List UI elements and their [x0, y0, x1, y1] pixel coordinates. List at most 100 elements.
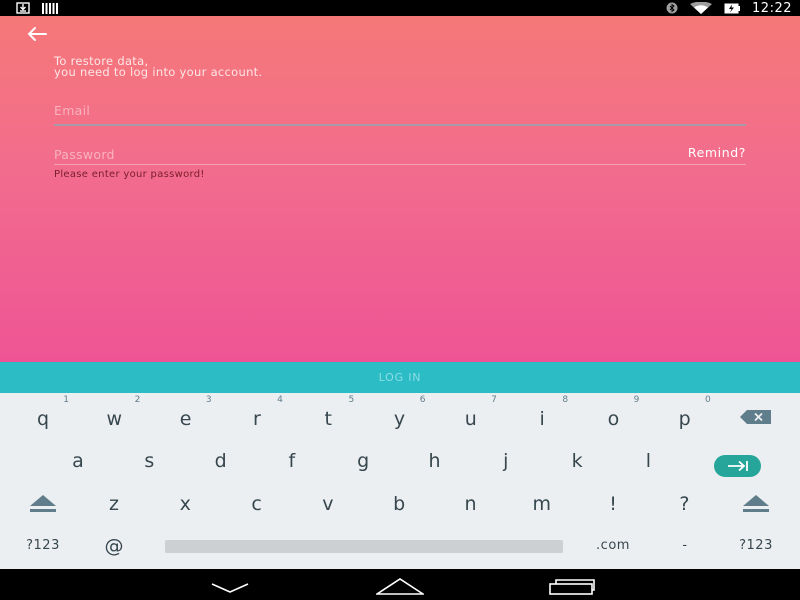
space-key[interactable]: [165, 540, 563, 553]
key-label: f: [288, 450, 296, 472]
home-button[interactable]: [376, 575, 424, 595]
key-t[interactable]: t5: [300, 395, 356, 439]
key-label: y: [393, 408, 406, 430]
key-z[interactable]: z: [86, 484, 142, 524]
key-y[interactable]: y6: [372, 395, 428, 439]
remind-password-link[interactable]: Remind?: [688, 145, 746, 160]
backspace-icon: [740, 410, 771, 424]
login-button[interactable]: LOG IN: [0, 362, 800, 393]
password-error-message: Please enter your password!: [54, 169, 205, 180]
on-screen-keyboard: q1w2e3r4t5y6u7i8o9p0 asdfghjkl z x c v b n m!?…: [0, 393, 800, 569]
key-i[interactable]: i8: [514, 395, 570, 439]
key-v[interactable]: v: [300, 484, 356, 524]
email-field[interactable]: [54, 100, 746, 126]
key-n[interactable]: n: [443, 484, 499, 524]
key-label: h: [428, 450, 441, 472]
key-w[interactable]: w2: [86, 395, 142, 439]
key-f[interactable]: f: [264, 441, 320, 481]
hide-keyboard-button[interactable]: [206, 575, 254, 595]
key-r[interactable]: r4: [229, 395, 285, 439]
key-hint: 3: [205, 395, 212, 405]
shift-key-left[interactable]: [15, 484, 71, 524]
home-icon: [376, 578, 424, 595]
key-label: m: [532, 493, 552, 515]
key-label: o: [607, 408, 620, 430]
clock: 12:22: [752, 0, 792, 16]
shift-icon: [30, 495, 56, 512]
key-u[interactable]: u7: [443, 395, 499, 439]
key-hint: 4: [277, 395, 283, 405]
bluetooth-icon: [666, 2, 678, 14]
key-exclamation[interactable]: !: [585, 484, 641, 524]
key-b[interactable]: b: [371, 484, 427, 524]
symbols-key-left[interactable]: ?123: [15, 526, 71, 566]
key-label: v: [322, 493, 334, 515]
key-o[interactable]: o9: [585, 395, 641, 439]
key-k[interactable]: k: [549, 441, 605, 481]
key-label: j: [503, 450, 509, 472]
symbols-key-right[interactable]: ?123: [728, 526, 784, 566]
key-e[interactable]: e3: [158, 395, 214, 439]
recents-button[interactable]: [548, 575, 596, 595]
key-label: a: [72, 450, 84, 472]
key-hint: 7: [491, 395, 497, 405]
email-input[interactable]: [54, 103, 614, 118]
key-label: r: [252, 408, 261, 430]
key-hint: 8: [562, 395, 569, 405]
hide-keyboard-icon: [211, 583, 249, 593]
key-label: q: [36, 408, 50, 430]
key-label: p: [678, 408, 691, 430]
key-label: k: [571, 450, 583, 472]
key-s[interactable]: s: [121, 441, 177, 481]
key-d[interactable]: d: [193, 441, 249, 481]
tab-next-icon: [727, 460, 748, 472]
password-input[interactable]: [54, 147, 614, 162]
key-label: x: [179, 493, 191, 515]
battery-charging-icon: [724, 2, 741, 14]
backspace-key[interactable]: [728, 399, 784, 439]
recents-icon: [549, 579, 595, 595]
shift-icon: [743, 495, 769, 512]
key-p[interactable]: p0: [657, 395, 713, 439]
key-label: w: [106, 408, 123, 430]
key-label: g: [357, 450, 370, 472]
key-label: n: [464, 493, 477, 515]
key-c[interactable]: c: [229, 484, 285, 524]
key-hint: 5: [348, 395, 355, 405]
key-hint: 1: [63, 395, 69, 405]
enter-key[interactable]: [714, 455, 761, 477]
key-label: l: [645, 450, 652, 472]
key-h[interactable]: h: [407, 441, 463, 481]
key-l[interactable]: l: [620, 441, 676, 481]
key-label: s: [144, 450, 155, 472]
barcode-icon: [42, 2, 58, 14]
key-x[interactable]: x: [157, 484, 213, 524]
key-label: e: [179, 408, 192, 430]
key-label: z: [109, 493, 119, 515]
restore-message: To restore data, you need to log into yo…: [54, 55, 263, 79]
download-icon: [16, 2, 30, 14]
key-g[interactable]: g: [335, 441, 391, 481]
key-label: t: [324, 408, 332, 430]
key-label: d: [214, 450, 227, 472]
key-label: b: [393, 493, 406, 515]
key-j[interactable]: j: [478, 441, 534, 481]
key-a[interactable]: a: [50, 441, 106, 481]
key-hint: 2: [134, 395, 141, 405]
login-screen: To restore data, you need to log into yo…: [0, 16, 800, 362]
dash-key[interactable]: -: [657, 526, 713, 566]
key-m[interactable]: m: [514, 484, 570, 524]
password-field[interactable]: Remind?: [54, 144, 746, 165]
key-question[interactable]: ?: [656, 484, 712, 524]
key-label: !: [609, 493, 617, 515]
wifi-icon: [690, 2, 713, 14]
key-hint: 9: [633, 395, 640, 405]
dotcom-key[interactable]: .com: [585, 526, 641, 566]
key-q[interactable]: q1: [15, 395, 71, 439]
key-label: ?: [679, 493, 690, 515]
restore-message-line2: you need to log into your account.: [54, 65, 263, 79]
back-button[interactable]: [24, 24, 52, 44]
shift-key-right[interactable]: [728, 484, 784, 524]
at-key[interactable]: @: [86, 526, 142, 566]
navigation-bar: [0, 569, 800, 600]
